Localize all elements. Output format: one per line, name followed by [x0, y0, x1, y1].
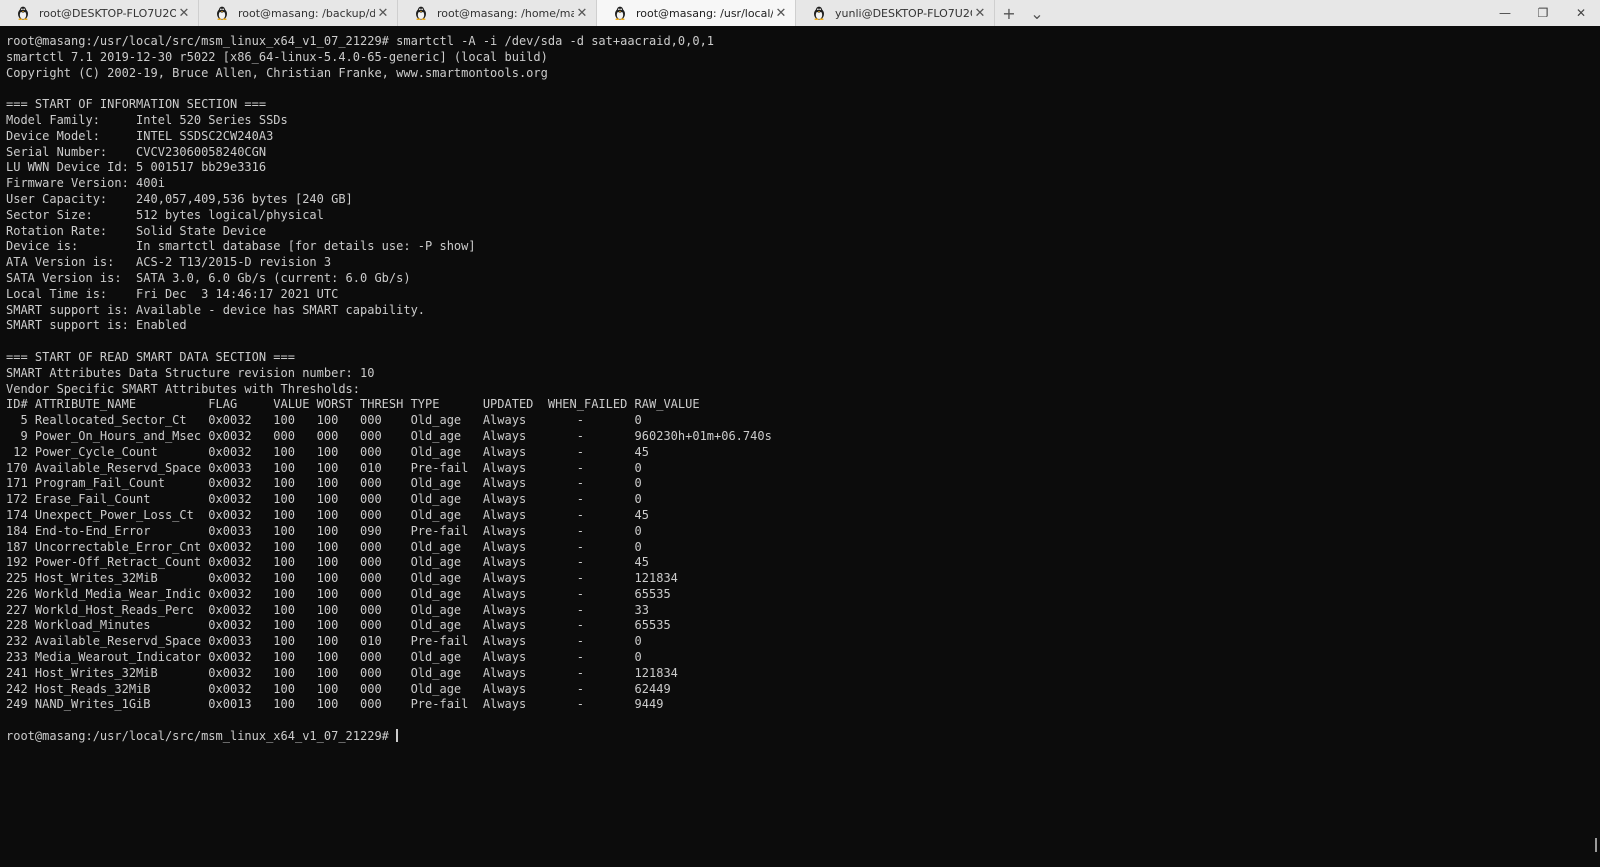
terminal-line: 187 Uncorrectable_Error_Cnt 0x0032 100 1…: [6, 539, 642, 554]
terminal-output[interactable]: root@masang:/usr/local/src/msm_linux_x64…: [6, 34, 1566, 860]
terminal-line: 12 Power_Cycle_Count 0x0032 100 100 000 …: [6, 444, 649, 459]
tux-linux-icon: [613, 6, 627, 20]
terminal-line: 184 End-to-End_Error 0x0033 100 100 090 …: [6, 523, 642, 538]
tux-linux-icon: [215, 6, 229, 20]
terminal-line: 241 Host_Writes_32MiB 0x0032 100 100 000…: [6, 665, 678, 680]
terminal-line: Rotation Rate: Solid State Device: [6, 223, 267, 238]
tab-dropdown-button[interactable]: ⌄: [1023, 0, 1051, 26]
window-controls: — ❐ ✕: [1486, 0, 1600, 26]
terminal-line: SMART support is: Enabled: [6, 318, 187, 333]
terminal-line: SATA Version is: SATA 3.0, 6.0 Gb/s (cur…: [6, 270, 411, 285]
terminal-line: 9 Power_On_Hours_and_Msec 0x0032 000 000…: [6, 428, 772, 443]
maximize-button[interactable]: ❐: [1524, 0, 1562, 26]
tab-0[interactable]: root@DESKTOP-FLO7U2O: /mnt✕: [0, 0, 199, 26]
scrollbar-thumb[interactable]: [1595, 838, 1597, 852]
prompt-line[interactable]: root@masang:/usr/local/src/msm_linux_x64…: [6, 729, 1566, 745]
terminal-line: Serial Number: CVCV23060058240CGN: [6, 144, 267, 159]
terminal-line: root@masang:/usr/local/src/msm_linux_x64…: [6, 34, 715, 48]
terminal-line: Firmware Version: 400i: [6, 176, 165, 191]
minimize-button[interactable]: —: [1486, 0, 1524, 26]
tab-label: root@masang: /usr/local/src/msm: [636, 6, 773, 20]
tab-2[interactable]: root@masang: /home/masang✕: [398, 0, 597, 26]
terminal-line: 172 Erase_Fail_Count 0x0032 100 100 000 …: [6, 492, 642, 507]
terminal-line: Local Time is: Fri Dec 3 14:46:17 2021 U…: [6, 286, 339, 301]
close-icon: ✕: [1575, 6, 1587, 20]
terminal-line: === START OF READ SMART DATA SECTION ===: [6, 349, 295, 364]
window-close-button[interactable]: ✕: [1562, 0, 1600, 26]
terminal-line: 171 Program_Fail_Count 0x0032 100 100 00…: [6, 476, 642, 491]
minimize-icon: —: [1499, 6, 1511, 20]
terminal-line: 225 Host_Writes_32MiB 0x0032 100 100 000…: [6, 571, 678, 586]
terminal-line: 242 Host_Reads_32MiB 0x0032 100 100 000 …: [6, 681, 671, 696]
tab-close-button[interactable]: ✕: [972, 5, 988, 21]
terminal-line: Vendor Specific SMART Attributes with Th…: [6, 381, 361, 396]
terminal-line: 174 Unexpect_Power_Loss_Ct 0x0032 100 10…: [6, 507, 649, 522]
shell-prompt: root@masang:/usr/local/src/msm_linux_x64…: [6, 729, 397, 744]
plus-icon: +: [1002, 3, 1016, 23]
terminal-line: 5 Reallocated_Sector_Ct 0x0032 100 100 0…: [6, 413, 642, 428]
tux-linux-icon: [812, 6, 826, 20]
terminal-line: 226 Workld_Media_Wear_Indic 0x0032 100 1…: [6, 586, 671, 601]
terminal-line: Device Model: INTEL SSDSC2CW240A3: [6, 128, 274, 143]
tab-1[interactable]: root@masang: /backup/db ✕: [199, 0, 398, 26]
terminal-line: 232 Available_Reservd_Space 0x0033 100 1…: [6, 634, 642, 649]
terminal-line: SMART support is: Available - device has…: [6, 302, 426, 317]
tab-strip: root@DESKTOP-FLO7U2O: /mnt✕root@masang: …: [0, 0, 995, 26]
tux-linux-icon: [16, 6, 30, 20]
terminal-line: Model Family: Intel 520 Series SSDs: [6, 112, 288, 127]
tab-close-button[interactable]: ✕: [574, 5, 590, 21]
terminal-line: ID# ATTRIBUTE_NAME FLAG VALUE WORST THRE…: [6, 397, 700, 412]
text-cursor: [396, 729, 399, 743]
terminal-line: Copyright (C) 2002-19, Bruce Allen, Chri…: [6, 65, 548, 80]
tab-label: root@masang: /backup/db: [238, 6, 375, 20]
tab-label: root@DESKTOP-FLO7U2O: /mnt: [39, 6, 176, 20]
terminal-line: 192 Power-Off_Retract_Count 0x0032 100 1…: [6, 555, 649, 570]
terminal-line: ATA Version is: ACS-2 T13/2015-D revisio…: [6, 255, 332, 270]
restore-icon: ❐: [1537, 6, 1549, 20]
terminal-line: === START OF INFORMATION SECTION ===: [6, 97, 267, 112]
tab-3[interactable]: root@masang: /usr/local/src/msm✕: [597, 0, 796, 26]
terminal-line: 228 Workload_Minutes 0x0032 100 100 000 …: [6, 618, 671, 633]
terminal-line: SMART Attributes Data Structure revision…: [6, 365, 375, 380]
title-bar: root@DESKTOP-FLO7U2O: /mnt✕root@masang: …: [0, 0, 1600, 26]
chevron-down-icon: ⌄: [1030, 3, 1044, 23]
tab-label: yunli@DESKTOP-FLO7U2O: /mnt: [835, 6, 972, 20]
terminal-line: 170 Available_Reservd_Space 0x0033 100 1…: [6, 460, 642, 475]
tab-label: root@masang: /home/masang: [437, 6, 574, 20]
tab-close-button[interactable]: ✕: [375, 5, 391, 21]
terminal-line: smartctl 7.1 2019-12-30 r5022 [x86_64-li…: [6, 49, 548, 64]
terminal-line: Device is: In smartctl database [for det…: [6, 239, 476, 254]
new-tab-button[interactable]: +: [995, 0, 1023, 26]
tab-4[interactable]: yunli@DESKTOP-FLO7U2O: /mnt✕: [796, 0, 995, 26]
terminal-line: LU WWN Device Id: 5 001517 bb29e3316: [6, 160, 267, 175]
terminal-line: 249 NAND_Writes_1GiB 0x0013 100 100 000 …: [6, 697, 664, 712]
tab-close-button[interactable]: ✕: [773, 5, 789, 21]
tux-linux-icon: [414, 6, 428, 20]
terminal-line: 233 Media_Wearout_Indicator 0x0032 100 1…: [6, 650, 642, 665]
terminal-line: 227 Workld_Host_Reads_Perc 0x0032 100 10…: [6, 602, 649, 617]
tab-close-button[interactable]: ✕: [176, 5, 192, 21]
terminal-line: Sector Size: 512 bytes logical/physical: [6, 207, 324, 222]
terminal-line: User Capacity: 240,057,409,536 bytes [24…: [6, 191, 353, 206]
